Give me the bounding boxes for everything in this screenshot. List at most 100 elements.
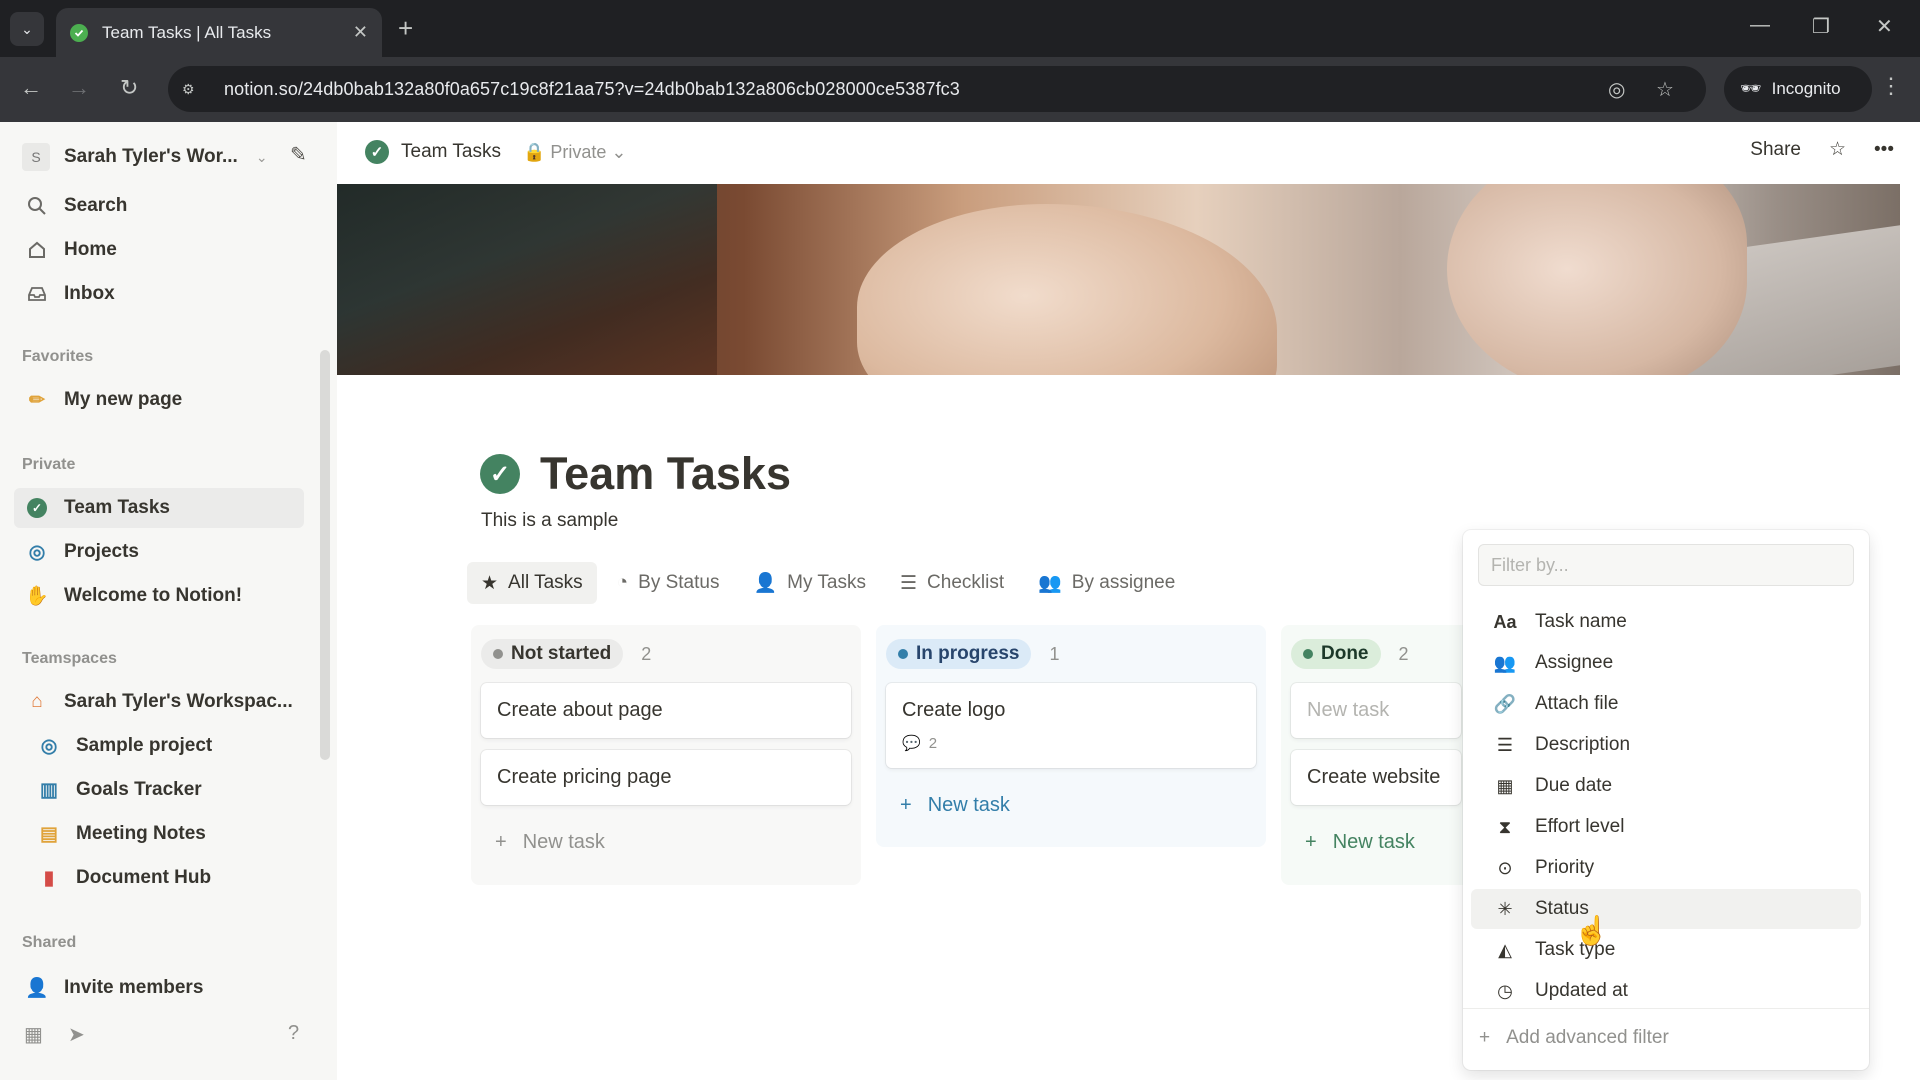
board-column-done: Done 2 New task Create website + New tas… — [1281, 625, 1471, 885]
tab-by-assignee[interactable]: 👥 By assignee — [1024, 562, 1189, 604]
filter-option-label: Task name — [1535, 611, 1627, 632]
share-button[interactable]: Share — [1750, 139, 1801, 161]
task-card[interactable]: Create website — [1291, 750, 1461, 805]
browser-menu-icon[interactable]: ⋮ — [1880, 73, 1902, 99]
task-card[interactable]: Create logo 💬 2 — [886, 683, 1256, 768]
privacy-indicator[interactable]: 🔒 Private ⌄ — [523, 142, 627, 163]
back-icon[interactable]: ← — [20, 75, 42, 101]
chevron-down-icon: ⌄ — [255, 148, 268, 165]
sidebar-item-team-tasks[interactable]: ✓ Team Tasks — [14, 488, 304, 528]
page-description[interactable]: This is a sample — [481, 510, 618, 532]
clock-icon: ◷ — [1497, 980, 1513, 1001]
eye-off-icon[interactable]: ◎ — [1608, 77, 1625, 102]
close-tab-icon[interactable]: ✕ — [353, 22, 368, 43]
target-icon: ◎ — [28, 541, 46, 563]
new-task-button[interactable]: + New task — [481, 817, 851, 867]
house-icon: ⌂ — [31, 691, 43, 712]
chevron-circle-icon: ⊙ — [1497, 857, 1513, 878]
site-settings-icon[interactable]: ⚙ — [182, 79, 202, 99]
task-card[interactable]: New task — [1291, 683, 1461, 738]
bookmark-star-icon[interactable]: ☆ — [1656, 77, 1674, 102]
sidebar-scrollbar[interactable] — [320, 350, 330, 760]
new-task-button[interactable]: + New task — [1291, 817, 1461, 867]
view-tabs: ★ All Tasks ◔ By Status 👤 My Tasks ☰ Che… — [467, 562, 1195, 604]
task-card[interactable]: Create about page — [481, 683, 851, 738]
filter-option-assignee[interactable]: 👥 Assignee — [1471, 643, 1861, 683]
address-bar[interactable]: ⚙ notion.so/24db0bab132a80f0a657c19c8f21… — [168, 66, 1706, 112]
sidebar-item-meeting-notes[interactable]: ▤ Meeting Notes — [14, 814, 304, 854]
browser-tab[interactable]: Team Tasks | All Tasks ✕ — [56, 8, 382, 57]
teamspaces-heading: Teamspaces — [22, 650, 117, 667]
view-label: All Tasks — [508, 572, 583, 593]
forward-icon[interactable]: → — [68, 75, 90, 101]
filter-option-task-name[interactable]: Aa Task name — [1471, 602, 1861, 642]
target-icon: ◎ — [40, 735, 58, 757]
filter-option-description[interactable]: ☰ Description — [1471, 725, 1861, 765]
sidebar-item-home[interactable]: Home — [14, 230, 304, 270]
status-badge[interactable]: Not started — [481, 639, 624, 669]
help-icon[interactable]: ? — [288, 1022, 299, 1045]
sidebar-item-workspace[interactable]: ⌂ Sarah Tyler's Workspac... — [14, 682, 304, 722]
new-tab-icon[interactable]: + — [398, 14, 413, 42]
sidebar-item-my-new-page[interactable]: ✏ My new page — [14, 380, 304, 420]
page-title-text[interactable]: Team Tasks — [540, 448, 791, 500]
filter-option-task-type[interactable]: ◭ Task type — [1471, 930, 1861, 970]
sidebar-item-label: Projects — [64, 541, 139, 562]
people-icon: 👥 — [1493, 652, 1517, 673]
close-window-icon[interactable]: ✕ — [1876, 14, 1893, 39]
restore-icon[interactable]: ❐ — [1812, 14, 1830, 39]
new-task-label: New task — [1332, 830, 1415, 853]
sidebar-item-search[interactable]: Search — [14, 186, 304, 226]
more-options-icon[interactable]: ••• — [1874, 139, 1894, 161]
sidebar-item-sample-project[interactable]: ◎ Sample project — [14, 726, 304, 766]
filter-search-input[interactable] — [1478, 544, 1854, 586]
page-check-circle-icon[interactable]: ✓ — [480, 454, 520, 494]
sidebar-item-welcome[interactable]: ✋ Welcome to Notion! — [14, 576, 304, 616]
filter-option-label: Priority — [1535, 857, 1595, 878]
templates-icon[interactable]: ▦ — [24, 1022, 43, 1047]
sidebar-item-label: My new page — [64, 389, 183, 410]
workspace-avatar: S — [22, 143, 50, 171]
incognito-badge[interactable]: 🕶 Incognito — [1724, 66, 1872, 112]
sidebar-item-label: Document Hub — [76, 867, 212, 888]
filter-option-updated-at[interactable]: ◷ Updated at — [1471, 971, 1861, 1011]
chart-icon: ▥ — [40, 779, 58, 801]
new-page-icon[interactable]: ✎ — [290, 142, 320, 172]
tab-my-tasks[interactable]: 👤 My Tasks — [739, 562, 880, 604]
status-badge[interactable]: In progress — [886, 639, 1032, 669]
workspace-switcher[interactable]: S Sarah Tyler's Wor... ⌄ ✎ — [22, 140, 322, 174]
add-advanced-filter-button[interactable]: + Add advanced filter — [1479, 1018, 1669, 1058]
breadcrumb[interactable]: ✓ Team Tasks 🔒 Private ⌄ — [365, 140, 627, 164]
filter-option-effort-level[interactable]: ⧗ Effort level — [1471, 807, 1861, 847]
plus-icon: + — [1305, 830, 1317, 853]
sidebar-item-invite-members[interactable]: 👤 Invite members — [14, 968, 304, 1008]
tab-by-status[interactable]: ◔ By Status — [603, 562, 734, 604]
tab-checklist[interactable]: ☰ Checklist — [886, 562, 1018, 604]
filter-option-priority[interactable]: ⊙ Priority — [1471, 848, 1861, 888]
sidebar-item-goals-tracker[interactable]: ▥ Goals Tracker — [14, 770, 304, 810]
filter-option-due-date[interactable]: ▦ Due date — [1471, 766, 1861, 806]
home-icon — [24, 237, 50, 263]
task-card[interactable]: Create pricing page — [481, 750, 851, 805]
reload-icon[interactable]: ↻ — [120, 75, 138, 101]
sidebar-item-document-hub[interactable]: ▮ Document Hub — [14, 858, 304, 898]
sidebar-item-inbox[interactable]: Inbox — [14, 274, 304, 314]
filter-option-status[interactable]: ✳ Status — [1471, 889, 1861, 929]
new-task-label: New task — [522, 830, 605, 853]
minimize-icon[interactable]: — — [1750, 14, 1770, 37]
filter-option-attach-file[interactable]: 🔗 Attach file — [1471, 684, 1861, 724]
filter-option-label: Attach file — [1535, 693, 1619, 714]
sidebar-item-label: Sarah Tyler's Workspac... — [64, 691, 293, 712]
favorite-star-icon[interactable]: ☆ — [1829, 138, 1846, 161]
tab-search-chevron-icon[interactable]: ⌄ — [10, 12, 44, 46]
sidebar-item-projects[interactable]: ◎ Projects — [14, 532, 304, 572]
send-icon[interactable]: ➤ — [68, 1022, 85, 1047]
people-icon: 👥 — [1038, 573, 1062, 594]
new-task-button[interactable]: + New task — [886, 780, 1256, 830]
status-badge[interactable]: Done — [1291, 639, 1381, 669]
url-text: notion.so/24db0bab132a80f0a657c19c8f21aa… — [224, 78, 960, 99]
tab-all-tasks[interactable]: ★ All Tasks — [467, 562, 597, 604]
star-icon: ★ — [481, 572, 499, 594]
board-column-in-progress: In progress 1 Create logo 💬 2 + New task — [876, 625, 1266, 847]
add-advanced-filter-label: Add advanced filter — [1506, 1027, 1669, 1048]
